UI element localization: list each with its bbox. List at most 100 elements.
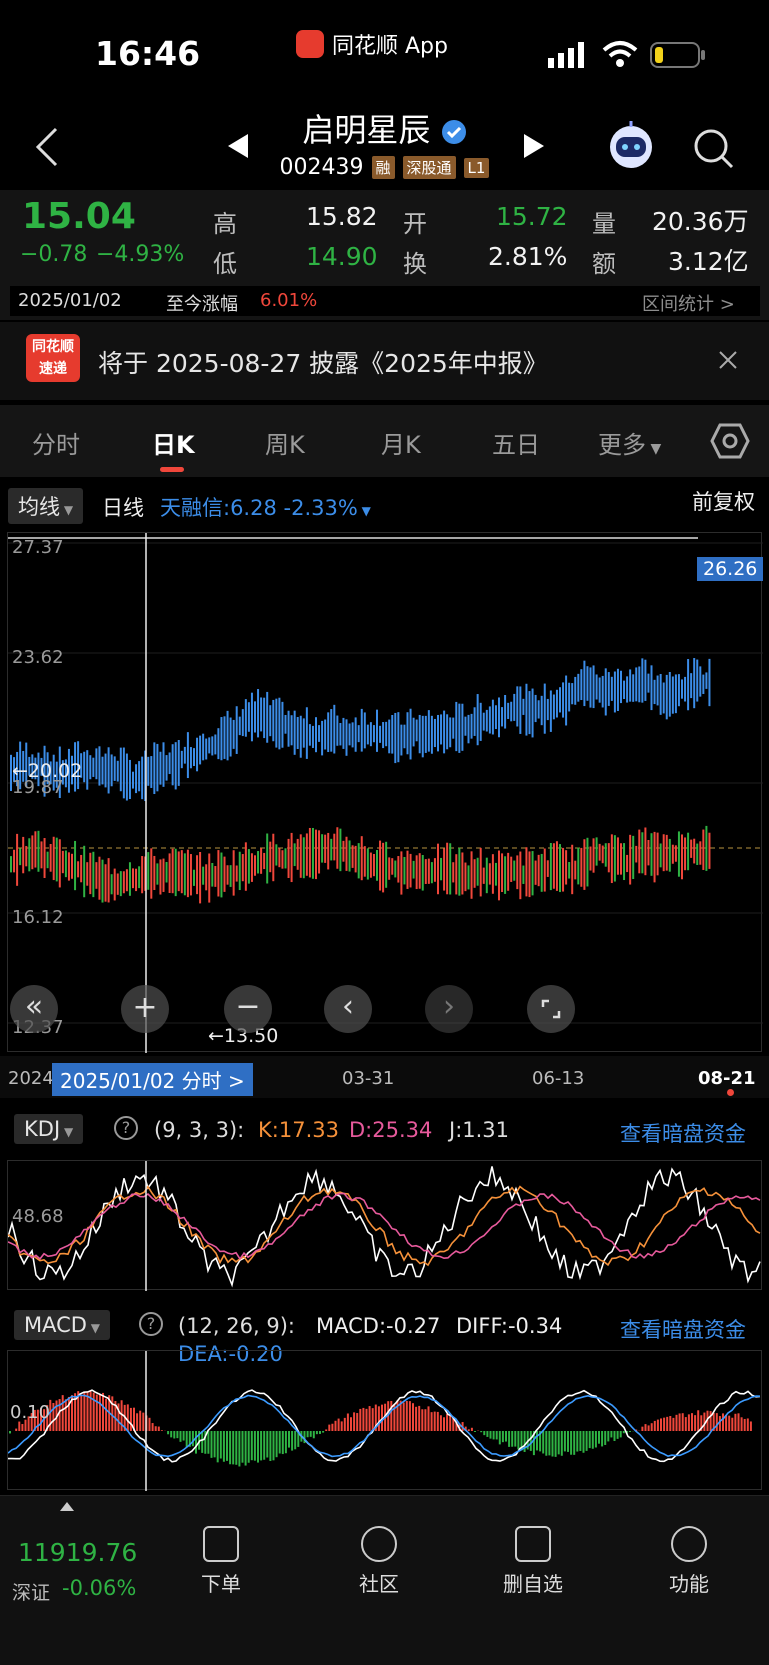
macd-canvas [7, 1351, 761, 1491]
cursor-date-tag[interactable]: 2025/01/02 分时 > [52, 1063, 253, 1096]
zoom-in-button[interactable]: + [121, 985, 169, 1033]
kdj-panel[interactable]: KDJ ▼ ? (9, 3, 3): K:17.33 D:25.34 J:1.3… [0, 1100, 769, 1295]
tab-monthly-k[interactable]: 月K [381, 425, 421, 460]
macd-diff: DIFF:-0.34 [456, 1314, 563, 1338]
last-price: 15.04 [22, 196, 136, 237]
amount-label: 额 [592, 250, 616, 278]
macd-mid-label: 0.10 [10, 1402, 51, 1423]
bottom-bar: 11919.76 深证 -0.06% 下单 社区 删自选 功能 [0, 1495, 769, 1665]
index-name: 深证 [12, 1582, 51, 1604]
volume-label: 量 [592, 210, 616, 238]
kline-chart[interactable] [7, 532, 763, 1053]
y-label-4: 16.12 [12, 907, 64, 928]
x-label-jun: 06-13 [532, 1068, 585, 1089]
x-label-mar: 03-31 [342, 1068, 395, 1089]
kdj-canvas [7, 1161, 761, 1291]
macd-dark-pool-link[interactable]: 查看暗盘资金 [620, 1314, 746, 1344]
order-button[interactable]: 下单 [176, 1526, 266, 1597]
tag-margin: 融 [371, 156, 395, 179]
kdj-params: (9, 3, 3): [154, 1118, 245, 1142]
amount-value: 3.12亿 [668, 247, 749, 276]
robot-assistant-icon[interactable] [604, 119, 658, 169]
community-icon [361, 1526, 397, 1562]
low-label: 低 [213, 250, 237, 278]
crosshair-price-tag: 26.26 [697, 557, 764, 581]
search-icon[interactable] [692, 127, 736, 171]
ths-express-logo: 同花顺 速递 [26, 334, 80, 382]
period-label: 至今涨幅 [166, 294, 238, 315]
macd-chart-box [7, 1350, 762, 1491]
index-value[interactable]: 11919.76 [18, 1538, 137, 1567]
period-date: 2025/01/02 [18, 290, 122, 311]
kline-period: 日线 [102, 496, 144, 520]
macd-select[interactable]: MACD ▼ [14, 1310, 110, 1340]
signal-icon [548, 42, 584, 68]
menu-icon [671, 1526, 707, 1562]
chart-header: 均线 ▼ 日线 天融信:6.28 -2.33% ▼ 前复权 [0, 482, 769, 526]
tab-daily-k[interactable]: 日K [152, 425, 195, 460]
max-price-marker: ←20.02 [12, 760, 83, 782]
today-dot [727, 1089, 734, 1096]
zoom-out-button[interactable]: − [224, 985, 272, 1033]
high-value: 15.82 [306, 202, 378, 231]
dropdown-icon: ▼ [60, 1125, 74, 1139]
compare-stock[interactable]: 天融信:6.28 -2.33% ▼ [160, 492, 371, 522]
help-icon[interactable]: ? [139, 1312, 163, 1336]
fullscreen-icon [541, 999, 561, 1019]
scroll-right-button[interactable]: › [425, 985, 473, 1033]
kline-canvas [8, 533, 763, 1053]
y-label-2: 23.62 [12, 647, 64, 668]
notice-text: 将于 2025-08-27 披露《2025年中报》 [98, 349, 548, 378]
settings-icon[interactable] [710, 423, 750, 459]
close-icon[interactable] [718, 350, 738, 370]
stock-header: 启明星辰 002439 融 深股通 L1 [0, 105, 769, 190]
help-icon[interactable]: ? [114, 1116, 138, 1140]
macd-panel[interactable]: MACD ▼ ? (12, 26, 9): MACD:-0.27 DIFF:-0… [0, 1298, 769, 1495]
price-change-pct: −4.93% [96, 242, 185, 267]
community-button[interactable]: 社区 [334, 1526, 424, 1597]
next-stock-icon[interactable] [522, 133, 546, 159]
order-icon [203, 1526, 239, 1562]
chart-tabs: 分时 日K 周K 月K 五日 更多 ▼ [0, 405, 769, 477]
open-label: 开 [403, 210, 427, 238]
app-name: 同花顺 App [332, 34, 448, 59]
turnover-label: 换 [403, 250, 427, 278]
functions-button[interactable]: 功能 [644, 1526, 734, 1597]
fullscreen-button[interactable] [527, 985, 575, 1033]
expand-up-icon[interactable] [60, 1502, 74, 1511]
clock: 16:46 [95, 34, 201, 73]
x-label-aug: 08-21 [698, 1068, 756, 1089]
remove-icon [515, 1526, 551, 1562]
tab-five-day[interactable]: 五日 [492, 425, 540, 460]
price-change: −0.78 [20, 242, 88, 267]
app-badge: 同花顺 App [296, 28, 448, 60]
tab-weekly-k[interactable]: 周K [265, 425, 305, 460]
tag-connect: 深股通 [402, 156, 456, 179]
kdj-dark-pool-link[interactable]: 查看暗盘资金 [620, 1118, 746, 1148]
tab-more[interactable]: 更多 ▼ [598, 425, 661, 460]
kdj-select[interactable]: KDJ ▼ [14, 1114, 84, 1144]
kdj-k: K:17.33 [258, 1118, 339, 1142]
battery-icon [650, 42, 705, 68]
index-change: -0.06% [62, 1576, 137, 1600]
remove-watchlist-button[interactable]: 删自选 [488, 1526, 578, 1597]
app-logo-icon [296, 30, 324, 58]
y-label-top: 27.37 [12, 537, 64, 558]
period-bar[interactable]: 2025/01/02 至今涨幅 6.01% 区间统计 > [10, 286, 760, 316]
scroll-left-button[interactable]: ‹ [324, 985, 372, 1033]
adjust-mode[interactable]: 前复权 [692, 486, 755, 516]
scroll-left-fast-button[interactable]: « [10, 985, 58, 1033]
dropdown-icon: ▼ [86, 1321, 100, 1335]
notice-banner[interactable]: 同花顺 速递 将于 2025-08-27 披露《2025年中报》 [0, 322, 769, 400]
status-bar: 16:46 同花顺 App [0, 0, 769, 105]
period-stats-link[interactable]: 区间统计 > [642, 290, 735, 316]
indicator-select[interactable]: 均线 ▼ [8, 488, 84, 524]
wifi-icon [602, 41, 638, 67]
volume-value: 20.36万 [652, 207, 749, 236]
x-label-start: 2024 [8, 1068, 54, 1089]
kdj-mid-label: 48.68 [12, 1206, 64, 1227]
quote-panel: 15.04 −0.78 −4.93% 高 15.82 开 15.72 量 20.… [0, 190, 769, 320]
period-change: 6.01% [260, 290, 318, 311]
tab-intraday[interactable]: 分时 [32, 425, 80, 460]
open-value: 15.72 [496, 202, 568, 231]
